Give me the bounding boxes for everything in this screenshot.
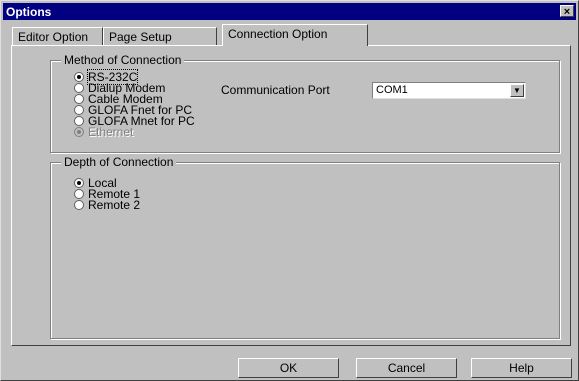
radio-button[interactable] <box>74 105 84 115</box>
radio-button-disabled <box>74 127 84 137</box>
tab-label: Page Setup <box>109 30 172 44</box>
ok-button[interactable]: OK <box>238 358 339 378</box>
selected-port-value: COM1 <box>376 84 408 96</box>
radio-button[interactable] <box>74 83 84 93</box>
close-icon[interactable]: × <box>560 5 574 18</box>
radio-remote-2[interactable]: Remote 2 <box>74 199 140 211</box>
radio-label: Remote 2 <box>88 198 141 212</box>
button-label: OK <box>279 361 298 375</box>
tab-page-setup[interactable]: Page Setup <box>103 27 217 45</box>
cancel-button[interactable]: Cancel <box>356 358 457 378</box>
group-title: Depth of Connection <box>61 155 177 169</box>
tab-label: Connection Option <box>228 27 328 41</box>
radio-button[interactable] <box>74 189 84 199</box>
help-button[interactable]: Help <box>471 358 572 378</box>
options-dialog: Options × Editor Option Page Setup Conne… <box>0 0 579 381</box>
group-title: Method of Connection <box>61 53 185 67</box>
radio-label: Ethernet <box>88 125 134 139</box>
tab-label: Editor Option <box>18 30 89 44</box>
window-title: Options <box>6 5 52 19</box>
button-label: Help <box>509 361 534 375</box>
communication-port-label: Communication Port <box>221 83 330 97</box>
communication-port-select[interactable]: COM1 ▼ <box>372 82 526 99</box>
tab-editor-option[interactable]: Editor Option <box>12 27 103 45</box>
tab-connection-option[interactable]: Connection Option <box>222 24 368 46</box>
radio-button-checked[interactable] <box>74 72 84 82</box>
radio-button[interactable] <box>74 94 84 104</box>
radio-button[interactable] <box>74 200 84 210</box>
radio-ethernet: Ethernet <box>74 126 133 138</box>
title-bar[interactable]: Options × <box>3 3 576 20</box>
button-label: Cancel <box>387 361 426 375</box>
chevron-down-icon[interactable]: ▼ <box>510 84 524 97</box>
radio-button-checked[interactable] <box>74 178 84 188</box>
radio-button[interactable] <box>74 116 84 126</box>
